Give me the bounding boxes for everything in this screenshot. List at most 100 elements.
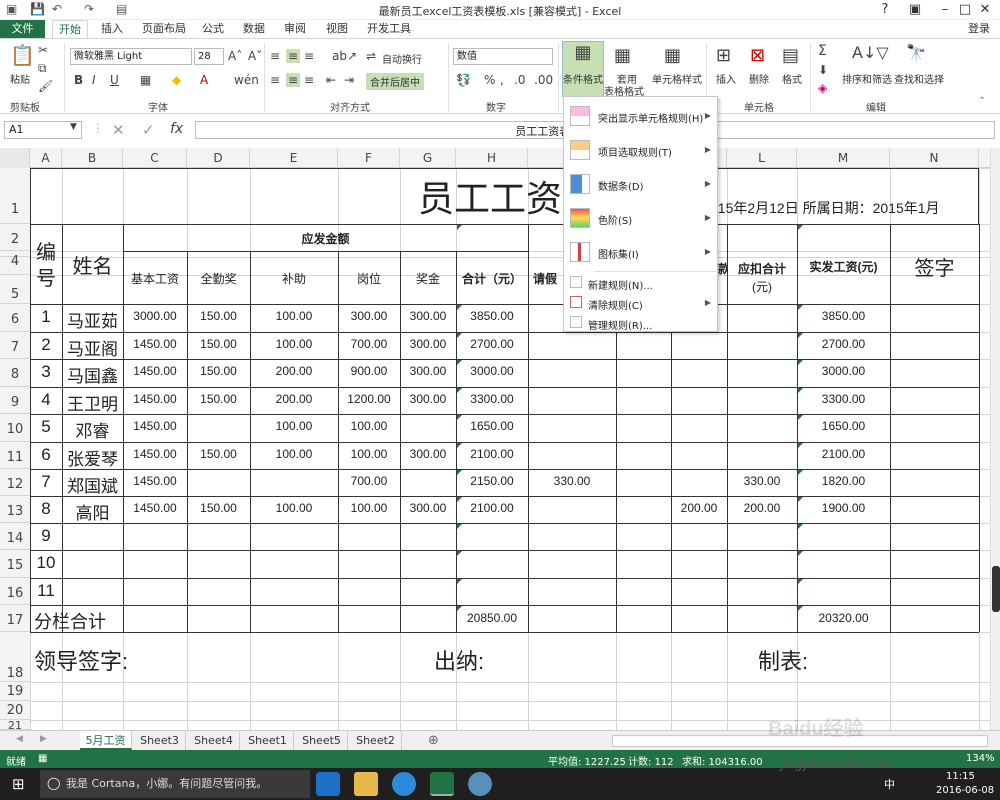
cell-base[interactable]: 1450.00 xyxy=(123,474,187,488)
sort-filter-button[interactable]: 排序和筛选 xyxy=(842,71,892,86)
row-header[interactable]: 14 xyxy=(0,523,30,550)
number-format-select[interactable]: 数值 xyxy=(453,48,553,65)
cell-bonus[interactable]: 300.00 xyxy=(400,309,456,323)
font-color-icon[interactable]: A xyxy=(200,73,208,87)
phonetic-icon[interactable]: wén xyxy=(234,73,259,87)
align-center-icon[interactable]: ≡ xyxy=(286,73,300,87)
align-top-icon[interactable]: ≡ xyxy=(270,49,280,63)
cell-attend[interactable]: 150.00 xyxy=(187,364,250,378)
cell-actual[interactable]: 1650.00 xyxy=(797,419,890,433)
wrap-text-button[interactable]: 自动换行 xyxy=(382,51,422,66)
cell-subsidy[interactable]: 200.00 xyxy=(250,364,338,378)
cell-total[interactable]: 2100.00 xyxy=(456,501,528,515)
cell-post[interactable]: 700.00 xyxy=(338,474,400,488)
increase-decimal-icon[interactable]: .0 xyxy=(514,73,525,87)
delete-cells-button[interactable]: 删除 xyxy=(749,71,769,86)
clear-icon[interactable]: ◈ xyxy=(818,81,827,95)
font-name-select[interactable]: 微软雅黑 Light xyxy=(70,48,192,65)
cell-post[interactable]: 100.00 xyxy=(338,501,400,515)
column-header[interactable]: B xyxy=(62,148,123,168)
cell-attend[interactable]: 150.00 xyxy=(187,337,250,351)
cell-bonus[interactable]: 300.00 xyxy=(400,337,456,351)
add-sheet-icon[interactable]: ⊕ xyxy=(428,733,439,748)
tab-formulas[interactable]: 公式 xyxy=(196,20,230,38)
cell-actual[interactable]: 3000.00 xyxy=(797,364,890,378)
cut-icon[interactable]: ✂ xyxy=(38,43,48,57)
cell-subsidy[interactable]: 200.00 xyxy=(250,392,338,406)
row-header[interactable]: 18 xyxy=(0,632,30,682)
cell-base[interactable]: 1450.00 xyxy=(123,447,187,461)
tab-view[interactable]: 视图 xyxy=(320,20,354,38)
row-header[interactable]: 8 xyxy=(0,359,30,387)
windows-start-icon[interactable]: ⊞ xyxy=(12,775,25,793)
cell-total[interactable]: 3850.00 xyxy=(456,309,528,323)
cell-attend[interactable]: 150.00 xyxy=(187,309,250,323)
border-icon[interactable]: ▦ xyxy=(140,73,151,87)
app-icon[interactable] xyxy=(468,772,492,796)
cell-attend[interactable]: 150.00 xyxy=(187,447,250,461)
cell-leave[interactable]: 330.00 xyxy=(528,474,616,488)
insert-function-icon[interactable]: fx xyxy=(170,121,183,137)
cell-attend[interactable]: 150.00 xyxy=(187,392,250,406)
format-table-icon[interactable]: ▦ xyxy=(614,45,631,66)
fill-icon[interactable]: ⬇ xyxy=(818,63,828,77)
clock-time[interactable]: 11:15 xyxy=(946,771,975,782)
tab-data[interactable]: 数据 xyxy=(237,20,271,38)
close-icon[interactable]: ✕ xyxy=(970,0,1000,20)
cell-subsidy[interactable]: 100.00 xyxy=(250,337,338,351)
cell-styles-button[interactable]: 单元格样式 xyxy=(652,71,702,86)
conditional-format-button[interactable]: 条件格式 xyxy=(563,71,603,86)
cell-post[interactable]: 100.00 xyxy=(338,419,400,433)
insert-cells-icon[interactable]: ⊞ xyxy=(716,45,731,66)
clock-date[interactable]: 2016-06-08 xyxy=(936,785,994,796)
edge-icon[interactable] xyxy=(316,772,340,796)
row-header[interactable]: 5 xyxy=(0,275,30,304)
macro-icon[interactable]: ▦ xyxy=(38,753,47,764)
percent-icon[interactable]: % xyxy=(484,73,495,87)
format-cells-icon[interactable]: ▤ xyxy=(782,45,799,66)
decrease-indent-icon[interactable]: ⇤ xyxy=(326,73,336,87)
tab-page-layout[interactable]: 页面布局 xyxy=(136,20,192,38)
cell-no[interactable]: 5 xyxy=(30,417,62,437)
menu-item-new-rule[interactable]: 新建规则(N)... xyxy=(564,273,717,293)
sheet-tab[interactable]: Sheet3 xyxy=(134,731,186,750)
cancel-icon[interactable]: ✕ xyxy=(112,121,125,139)
row-header[interactable]: 4 xyxy=(0,255,30,275)
find-select-button[interactable]: 查找和选择 xyxy=(894,71,944,86)
menu-item-icon-sets[interactable]: 图标集(I) ▶ xyxy=(564,235,717,269)
cell-no[interactable]: 11 xyxy=(30,581,62,601)
cortana-search[interactable]: 我是 Cortana，小娜。有问题尽管问我。 xyxy=(40,770,310,798)
cell-post[interactable]: 900.00 xyxy=(338,364,400,378)
cell-no[interactable]: 8 xyxy=(30,499,62,519)
row-header[interactable]: 6 xyxy=(0,304,30,332)
row-header[interactable]: 20 xyxy=(0,701,30,720)
cell-name[interactable]: 高阳 xyxy=(62,499,123,524)
row-header[interactable]: 12 xyxy=(0,469,30,496)
row-header[interactable]: 19 xyxy=(0,682,30,701)
sheet-tab[interactable]: 5月工资 xyxy=(80,731,132,750)
cell-actual[interactable]: 3300.00 xyxy=(797,392,890,406)
zoom-level[interactable]: 134% xyxy=(966,753,995,764)
column-header[interactable]: H xyxy=(456,148,528,168)
help-icon[interactable]: ? xyxy=(870,0,900,20)
align-right-icon[interactable]: ≡ xyxy=(304,73,314,87)
insert-cells-button[interactable]: 插入 xyxy=(716,71,736,86)
file-explorer-icon[interactable] xyxy=(354,772,378,796)
cell-name[interactable]: 郑国斌 xyxy=(62,472,123,497)
sheet-tab[interactable]: Sheet1 xyxy=(242,731,294,750)
cell-k[interactable]: 200.00 xyxy=(671,501,727,515)
sort-filter-icon[interactable]: A↓▽ xyxy=(852,43,889,62)
increase-font-icon[interactable]: A˄ xyxy=(228,49,242,63)
browser-icon[interactable] xyxy=(392,772,416,796)
cell-name[interactable]: 马国鑫 xyxy=(62,362,123,387)
cell-post[interactable]: 700.00 xyxy=(338,337,400,351)
tab-developer[interactable]: 开发工具 xyxy=(361,20,417,38)
sheet-tab[interactable]: Sheet2 xyxy=(350,731,402,750)
vertical-scrollbar[interactable] xyxy=(990,148,1000,730)
cell-total[interactable]: 3000.00 xyxy=(456,364,528,378)
cell-no[interactable]: 4 xyxy=(30,390,62,410)
font-size-select[interactable]: 28 xyxy=(194,48,224,65)
excel-taskbar-icon[interactable] xyxy=(430,772,454,796)
prev-sheet-icon[interactable]: ◀ xyxy=(16,734,23,744)
tab-review[interactable]: 审阅 xyxy=(278,20,312,38)
